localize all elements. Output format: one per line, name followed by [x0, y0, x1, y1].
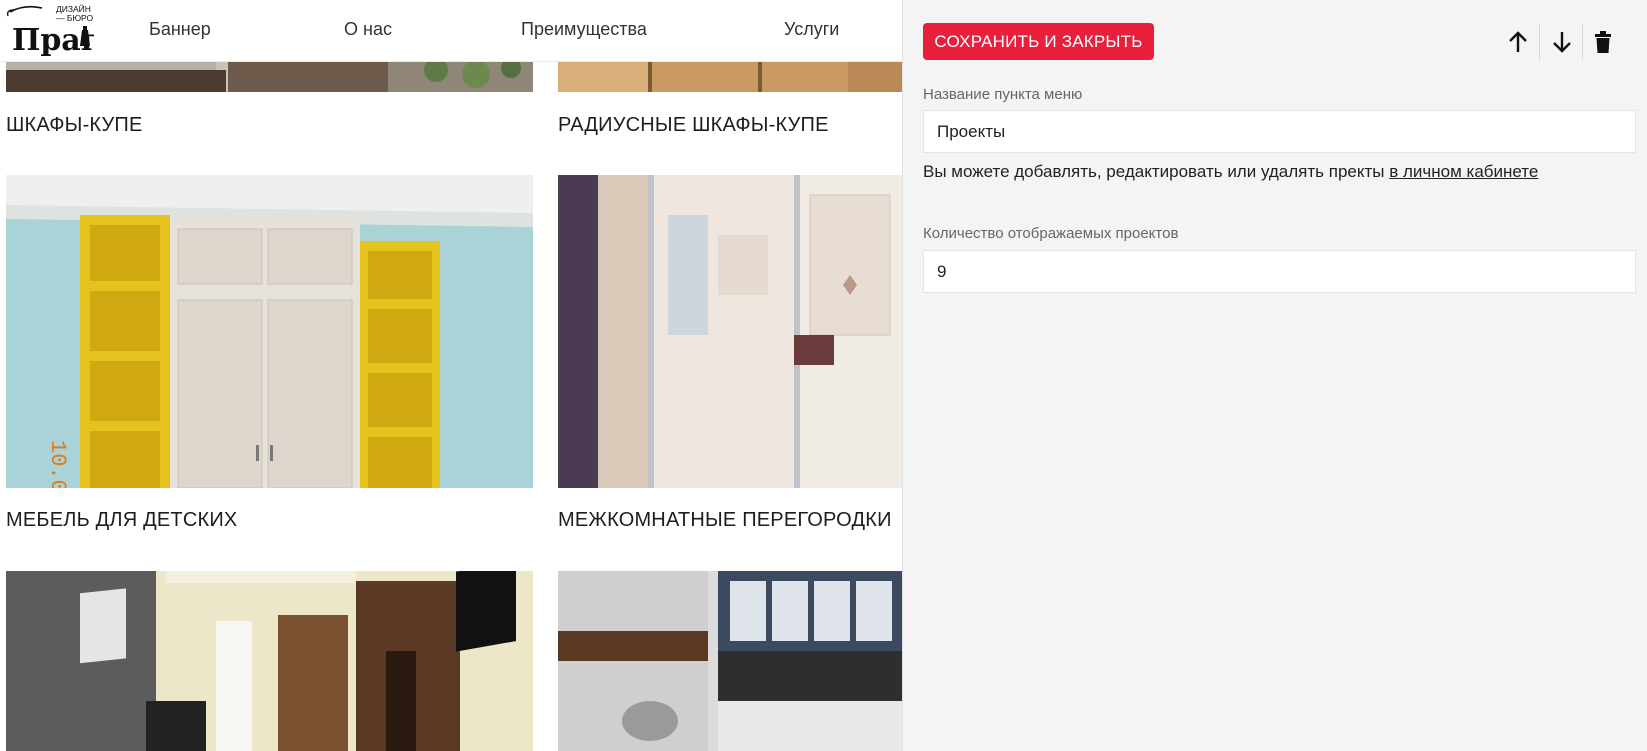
project-image-room-render[interactable]	[6, 571, 533, 751]
kitchen-photo	[558, 571, 902, 751]
project-caption-partitions[interactable]: МЕЖКОМНАТНЫЕ ПЕРЕГОРОДКИ	[558, 509, 892, 532]
project-caption-radius-wardrobes[interactable]: РАДИУСНЫЕ ШКАФЫ-КУПЕ	[558, 114, 829, 137]
site-logo[interactable]: Прага ДИЗАЙН — БЮРО	[4, 2, 119, 58]
toolbar-divider	[1582, 24, 1583, 60]
project-caption-kids-furniture[interactable]: МЕБЕЛЬ ДЛЯ ДЕТСКИХ	[6, 509, 237, 532]
arrow-down-icon	[1553, 32, 1571, 53]
arrow-up-icon	[1509, 31, 1527, 52]
project-caption-wardrobes[interactable]: ШКАФЫ-КУПЕ	[6, 114, 143, 137]
site-preview: Прага ДИЗАЙН — БЮРО Баннер О нас Преимущ…	[0, 0, 902, 751]
personal-cabinet-link[interactable]: в личном кабинете	[1389, 162, 1538, 181]
projects-hint: Вы можете добавлять, редактировать или у…	[923, 162, 1538, 182]
save-and-close-button[interactable]: СОХРАНИТЬ И ЗАКРЫТЬ	[923, 23, 1154, 60]
logo-graphic: Прага ДИЗАЙН — БЮРО	[6, 3, 119, 58]
menu-name-input[interactable]	[923, 110, 1636, 153]
move-down-button[interactable]	[1545, 26, 1579, 58]
logo-sub-text: — БЮРО	[56, 13, 94, 23]
nav-item-services[interactable]: Услуги	[784, 19, 839, 40]
partitions-photo	[558, 175, 902, 488]
delete-button[interactable]	[1586, 26, 1620, 58]
project-image-partitions[interactable]	[558, 175, 902, 488]
project-image-kitchen[interactable]	[558, 571, 902, 751]
nav-item-advantages[interactable]: Преимущества	[521, 19, 647, 40]
kids-room-photo: 10.0	[6, 175, 533, 488]
projects-hint-text: Вы можете добавлять, редактировать или у…	[923, 162, 1390, 181]
menu-name-label: Название пункта меню	[923, 86, 1083, 103]
project-image-kids-furniture[interactable]: 10.0	[6, 175, 533, 488]
nav-item-about[interactable]: О нас	[344, 19, 392, 40]
toolbar-divider	[1539, 24, 1540, 60]
project-count-input[interactable]	[923, 250, 1636, 293]
project-count-label: Количество отображаемых проектов	[923, 225, 1179, 242]
nav-item-banner[interactable]: Баннер	[149, 19, 211, 40]
trash-icon	[1595, 31, 1611, 53]
site-header: Прага ДИЗАЙН — БЮРО Баннер О нас Преимущ…	[0, 0, 902, 62]
move-up-button[interactable]	[1501, 26, 1535, 58]
menu-item-editor-panel: СОХРАНИТЬ И ЗАКРЫТЬ Название пункта меню…	[902, 0, 1647, 751]
photo-date-stamp: 10.0	[45, 440, 70, 488]
room-render-photo	[6, 571, 533, 751]
